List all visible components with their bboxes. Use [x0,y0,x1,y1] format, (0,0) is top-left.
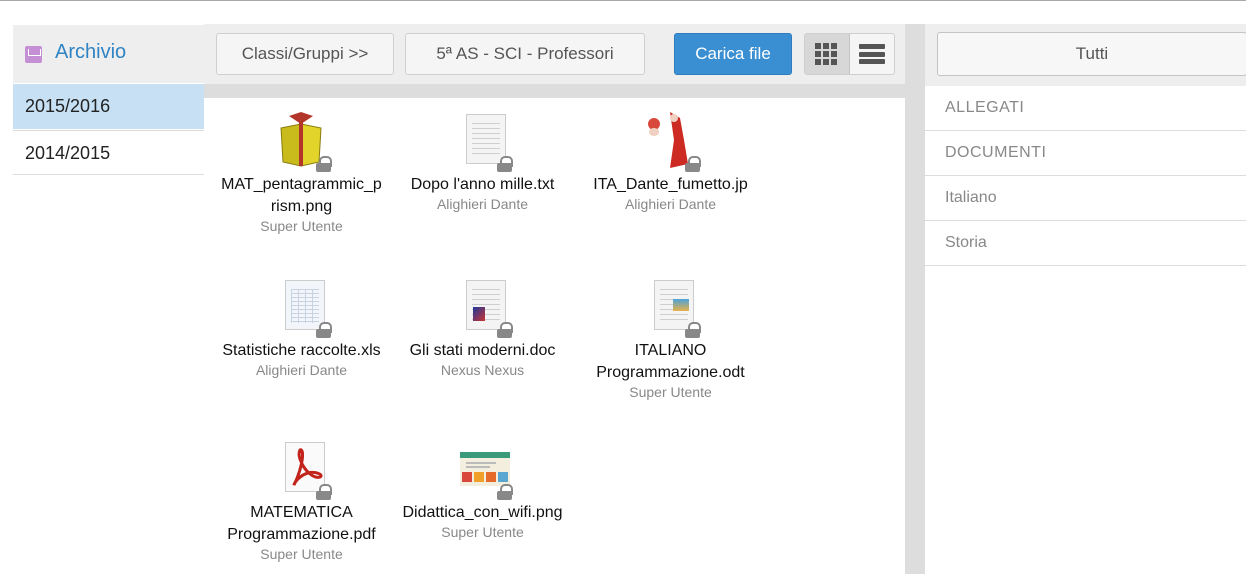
file-name: Gli stati moderni.doc [409,342,556,359]
lock-icon [684,156,701,172]
text-file-icon [452,110,514,172]
file-author: Super Utente [260,546,343,562]
lock-icon [496,322,513,338]
file-item[interactable]: Gli stati moderni.doc Nexus Nexus [385,276,580,379]
pdf-icon [271,438,333,500]
file-author: Alighieri Dante [436,196,529,212]
files-grid: MAT_pentagrammic_p rism.png Super Utente… [204,98,905,574]
file-name: Dopo l'anno mille.txt [410,176,555,193]
file-name: Statistiche raccolte.xls [222,342,381,359]
upload-file-button[interactable]: Carica file [674,33,792,75]
file-author: Alighieri Dante [624,196,717,212]
archive-title[interactable]: Archivio [55,41,126,64]
view-toggle [804,33,895,75]
file-name: MATEMATICA Programmazione.pdf [227,504,376,543]
archive-sidebar: Archivio 2015/2016 2014/2015 [13,25,204,175]
list-view-button[interactable] [859,44,885,64]
archive-header[interactable]: Archivio [13,25,204,83]
archive-box-icon [25,46,42,63]
panel-divider[interactable] [905,24,925,574]
spreadsheet-icon [271,276,333,338]
file-item[interactable]: ITA_Dante_fumetto.jp Alighieri Dante [573,110,768,213]
file-name: ITA_Dante_fumetto.jp [593,176,748,193]
files-toolbar: Classi/Gruppi >> 5ª AS - SCI - Professor… [204,24,905,84]
file-author: Super Utente [629,384,712,400]
image-prism-icon [271,110,333,172]
file-item[interactable]: Dopo l'anno mille.txt Alighieri Dante [385,110,580,213]
lock-icon [496,156,513,172]
lock-icon [315,156,332,172]
filter-item-allegati[interactable]: ALLEGATI [925,86,1246,131]
file-item[interactable]: MATEMATICA Programmazione.pdf Super Uten… [204,438,399,563]
document-icon [452,276,514,338]
grid-view-button[interactable] [805,34,850,74]
file-name: MAT_pentagrammic_p rism.png [221,176,382,215]
image-wifi-icon [452,438,514,500]
classi-gruppi-button[interactable]: Classi/Gruppi >> [216,33,394,75]
list-icon [859,44,885,64]
file-item[interactable]: Statistiche raccolte.xls Alighieri Dante [204,276,399,379]
file-item[interactable]: MAT_pentagrammic_p rism.png Super Utente [204,110,399,235]
filters-header: Tutti [925,24,1246,86]
top-border [0,0,1246,13]
lock-icon [496,484,513,500]
file-author: Super Utente [441,524,524,540]
lock-icon [315,484,332,500]
grid-icon [815,43,839,65]
file-author: Nexus Nexus [440,362,525,378]
year-item-2015-2016[interactable]: 2015/2016 [13,84,204,129]
filter-item-italiano[interactable]: Italiano [925,176,1246,221]
lock-icon [684,322,701,338]
filter-item-storia[interactable]: Storia [925,221,1246,266]
file-item[interactable]: ITALIANO Programmazione.odt Super Utente [573,276,768,401]
year-item-2014-2015[interactable]: 2014/2015 [13,130,204,175]
file-item[interactable]: Didattica_con_wifi.png Super Utente [385,438,580,541]
odt-document-icon [640,276,702,338]
file-name: Didattica_con_wifi.png [402,504,563,521]
filter-item-documenti[interactable]: DOCUMENTI [925,131,1246,176]
lock-icon [315,322,332,338]
class-selector-button[interactable]: 5ª AS - SCI - Professori [405,33,645,75]
all-filter-button[interactable]: Tutti [937,32,1246,76]
file-author: Super Utente [260,218,343,234]
toolbar-band [204,84,905,98]
file-name: ITALIANO Programmazione.odt [596,342,745,381]
file-author: Alighieri Dante [255,362,348,378]
filters-panel: Tutti ALLEGATI DOCUMENTI Italiano Storia [925,24,1246,574]
image-dante-icon [640,110,702,172]
